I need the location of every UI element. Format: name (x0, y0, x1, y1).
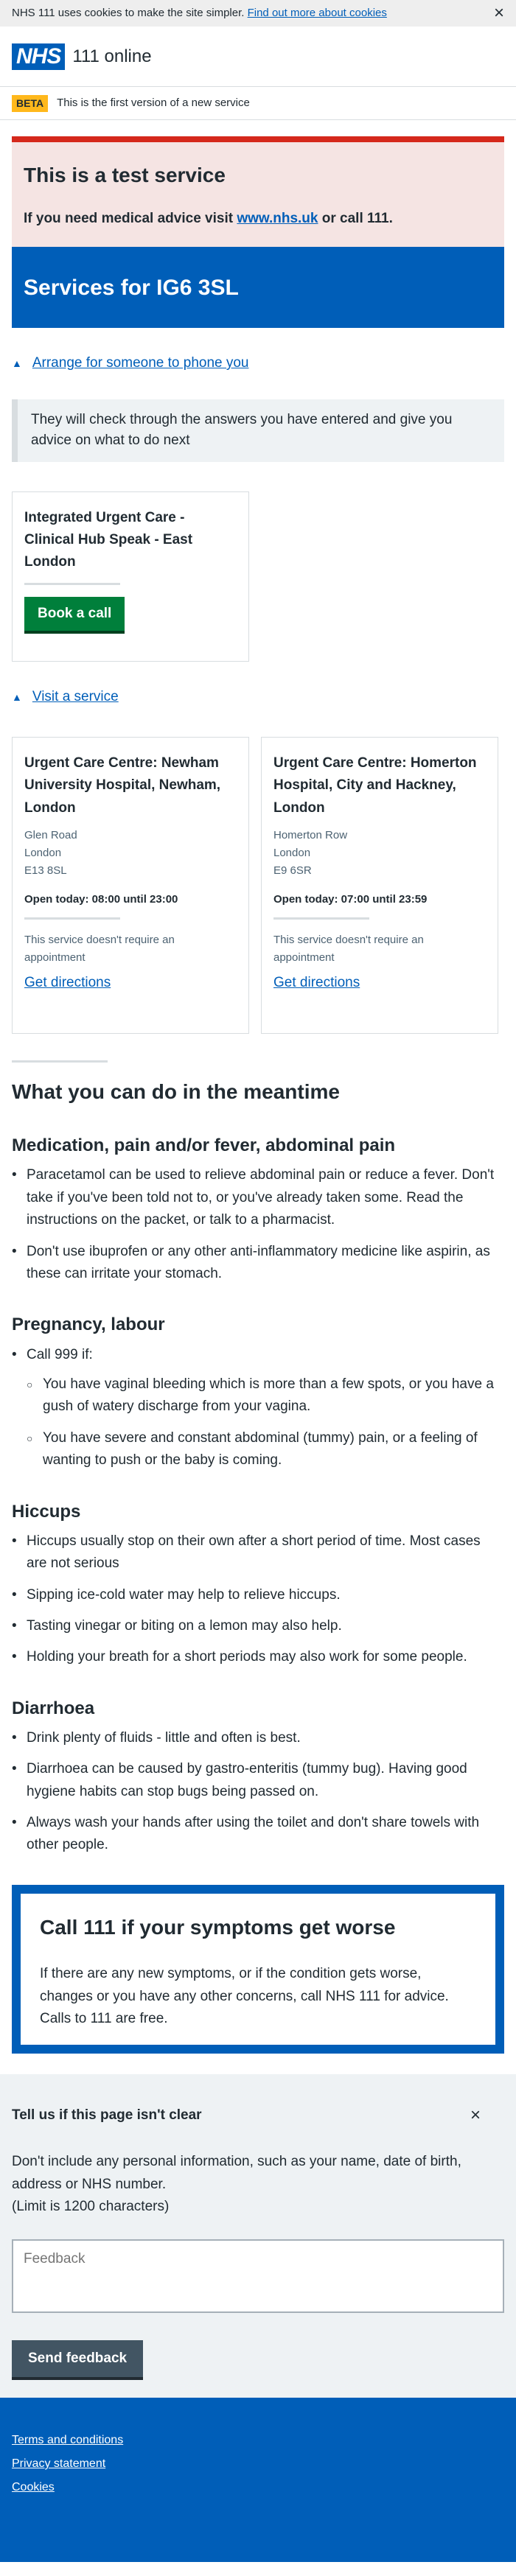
beta-text: This is the first version of a new servi… (57, 96, 250, 109)
book-call-button[interactable]: Book a call (24, 596, 125, 631)
care-card-title: Call 111 if your symptoms get worse (40, 1915, 396, 1939)
address-line: Homerton Row (273, 829, 348, 842)
appointment-note: This service doesn't require an appointm… (24, 933, 175, 964)
care-card-urgent: Call 111 if your symptoms get worse If t… (12, 1884, 504, 2054)
test-warning-text: If you need medical advice visit www.nhs… (24, 209, 492, 230)
service-address: Glen Road London E13 8SL (24, 827, 237, 880)
service-card-title: Urgent Care Centre: Homerton Hospital, C… (273, 755, 477, 816)
advice-section-title: Pregnancy, labour (12, 1315, 165, 1335)
address-line: London (24, 847, 62, 860)
list-item: Call 999 if: You have vaginal bleeding w… (12, 1344, 504, 1472)
close-icon[interactable]: × (470, 2102, 481, 2129)
service-card: Urgent Care Centre: Homerton Hospital, C… (261, 737, 498, 1035)
footer-link-cookies[interactable]: Cookies (12, 2476, 504, 2499)
test-warning-prefix: If you need medical advice visit (24, 210, 237, 226)
opening-hours: Open today: 08:00 until 23:00 (24, 893, 178, 906)
site-header: NHS 111 online (0, 27, 516, 87)
list-item: Sipping ice-cold water may help to relie… (12, 1584, 504, 1607)
advice-items: Hiccups usually stop on their own after … (12, 1530, 504, 1669)
address-line: E13 8SL (24, 864, 67, 878)
list-item-text: Call 999 if: (27, 1346, 93, 1362)
list-item: Don't use ibuprofen or any other anti-in… (12, 1241, 504, 1286)
advice-section: Pregnancy, labour Call 999 if: You have … (12, 1313, 504, 1471)
advice-section-title: Medication, pain and/or fever, abdominal… (12, 1135, 396, 1156)
service-name: 111 online (72, 46, 152, 66)
address-line: E9 6SR (273, 864, 312, 878)
feedback-header: Tell us if this page isn't clear × (12, 2102, 504, 2129)
advice-section-title: Diarrhoea (12, 1698, 95, 1718)
triangle-up-icon: ▲ (12, 357, 22, 370)
advice-items: Call 999 if: You have vaginal bleeding w… (12, 1344, 504, 1472)
beta-banner: BETA This is the first version of a new … (0, 87, 516, 120)
nhs-logo[interactable]: NHS (12, 43, 66, 70)
test-warning-title: This is a test service (24, 164, 226, 186)
page-title: Services for IG6 3SL (24, 275, 239, 300)
feedback-title: Tell us if this page isn't clear (12, 2107, 202, 2124)
nhs-website-link[interactable]: www.nhs.uk (237, 211, 318, 226)
appointment-note: This service doesn't require an appointm… (273, 933, 424, 964)
care-card-text: If there are any new symptoms, or if the… (40, 1966, 449, 2027)
hub-card-title: Integrated Urgent Care - Clinical Hub Sp… (24, 509, 193, 570)
phone-toggle-link[interactable]: Arrange for someone to phone you (32, 353, 249, 374)
list-item: Drink plenty of fluids - little and ofte… (12, 1727, 504, 1750)
visit-toggle-link[interactable]: Visit a service (32, 687, 119, 708)
feedback-warning: Don't include any personal information, … (12, 2154, 461, 2192)
list-item: Hiccups usually stop on their own after … (12, 1530, 504, 1575)
sub-list: You have vaginal bleeding which is more … (27, 1373, 504, 1472)
cookie-text: NHS 111 uses cookies to make the site si… (12, 6, 245, 19)
advice-section: Diarrhoea Drink plenty of fluids - littl… (12, 1697, 504, 1857)
divider (273, 917, 369, 920)
cookie-message: NHS 111 uses cookies to make the site si… (12, 5, 387, 22)
directions-link[interactable]: Get directions (24, 973, 111, 994)
test-service-warning: This is a test service If you need medic… (12, 136, 504, 248)
footer-link-privacy[interactable]: Privacy statement (12, 2452, 504, 2476)
send-feedback-button[interactable]: Send feedback (12, 2340, 144, 2378)
meantime-heading: What you can do in the meantime (12, 1080, 340, 1104)
directions-link[interactable]: Get directions (273, 973, 360, 994)
opening-hours: Open today: 07:00 until 23:59 (273, 893, 428, 906)
list-item: Tasting vinegar or biting on a lemon may… (12, 1615, 504, 1638)
section-divider (12, 1060, 108, 1063)
feedback-panel: Tell us if this page isn't clear × Don't… (0, 2074, 516, 2398)
advice-items: Drink plenty of fluids - little and ofte… (12, 1727, 504, 1857)
cookie-banner: NHS 111 uses cookies to make the site si… (0, 0, 516, 27)
phone-toggle[interactable]: ▲ Arrange for someone to phone you (12, 353, 504, 374)
list-item: Diarrhoea can be caused by gastro-enteri… (12, 1758, 504, 1803)
advice-section: Medication, pain and/or fever, abdominal… (12, 1134, 504, 1285)
divider (24, 917, 120, 920)
close-icon[interactable]: × (494, 4, 504, 22)
advice-section-title: Hiccups (12, 1501, 81, 1522)
advice-section: Hiccups Hiccups usually stop on their ow… (12, 1500, 504, 1670)
sub-list-item: You have severe and constant abdominal (… (27, 1427, 504, 1472)
service-address: Homerton Row London E9 6SR (273, 827, 486, 880)
sub-list-item: You have vaginal bleeding which is more … (27, 1373, 504, 1418)
list-item: Always wash your hands after using the t… (12, 1812, 504, 1857)
advice-items: Paracetamol can be used to relieve abdom… (12, 1164, 504, 1285)
divider (24, 582, 120, 585)
cookie-info-link[interactable]: Find out more about cookies (248, 7, 387, 19)
inset-text: They will check through the answers you … (12, 399, 504, 462)
test-warning-suffix: or call 111. (318, 210, 393, 226)
service-card-title: Urgent Care Centre: Newham University Ho… (24, 755, 221, 816)
list-item: Paracetamol can be used to relieve abdom… (12, 1164, 504, 1231)
service-cards: Urgent Care Centre: Newham University Ho… (12, 737, 504, 1035)
address-line: London (273, 847, 311, 860)
services-banner: Services for IG6 3SL (12, 247, 504, 329)
service-card: Urgent Care Centre: Newham University Ho… (12, 737, 249, 1035)
advice-list: Medication, pain and/or fever, abdominal… (12, 1134, 504, 1857)
triangle-up-icon: ▲ (12, 690, 22, 703)
beta-tag: BETA (12, 94, 49, 112)
address-line: Glen Road (24, 829, 77, 842)
clinical-hub-card: Integrated Urgent Care - Clinical Hub Sp… (12, 491, 249, 662)
footer-link-terms[interactable]: Terms and conditions (12, 2429, 504, 2452)
site-footer: Terms and conditions Privacy statement C… (0, 2398, 516, 2563)
list-item: Holding your breath for a short periods … (12, 1646, 504, 1669)
visit-toggle[interactable]: ▲ Visit a service (12, 687, 504, 708)
feedback-input[interactable] (12, 2239, 504, 2313)
feedback-limit: (Limit is 1200 characters) (12, 2199, 170, 2215)
feedback-instructions: Don't include any personal information, … (12, 2151, 504, 2218)
